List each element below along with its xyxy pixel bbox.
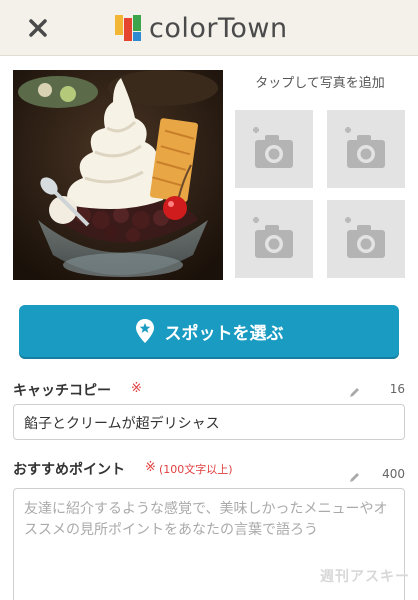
camera-plus-icon [345, 127, 385, 168]
catch-copy-label: キャッチコピー [13, 383, 111, 399]
camera-plus-icon [345, 217, 385, 258]
photo-slot-2[interactable] [327, 110, 405, 188]
pencil-icon [349, 383, 361, 402]
app-header: colorTown [0, 0, 418, 56]
parfait-photo [13, 70, 223, 280]
recommend-label-row: おすすめポイント ※ (100文字以上) 400 [13, 459, 405, 482]
photo-slot-3[interactable] [235, 200, 313, 278]
recommend-char-count: 400 [382, 467, 405, 481]
photo-slot-1[interactable] [235, 110, 313, 188]
select-spot-button[interactable]: スポットを選ぶ [19, 305, 399, 357]
select-spot-label: スポットを選ぶ [164, 323, 284, 344]
app-logo: colorTown [114, 10, 288, 46]
camera-plus-icon [253, 127, 293, 168]
catch-copy-label-row: キャッチコピー ※ 16 [13, 380, 405, 400]
min-length-note: (100文字以上) [159, 463, 233, 476]
required-mark: ※ [131, 381, 142, 396]
watermark: 週刊アスキー [320, 569, 410, 585]
logo-text: colorTown [149, 12, 288, 44]
logo-mark-icon [115, 15, 141, 41]
close-button[interactable] [22, 12, 54, 44]
required-mark: ※ [145, 460, 156, 475]
catch-copy-char-count: 16 [389, 382, 405, 396]
close-icon [29, 19, 47, 37]
pencil-icon [349, 468, 361, 487]
recommend-label: おすすめポイント [13, 462, 125, 478]
camera-plus-icon [253, 217, 293, 258]
main-photo[interactable] [13, 70, 223, 280]
catch-copy-input[interactable]: 餡子とクリームが超デリシャス [13, 404, 405, 440]
map-pin-star-icon [135, 318, 155, 344]
photo-slot-4[interactable] [327, 200, 405, 278]
add-photo-hint[interactable]: タップして写真を追加 [230, 72, 410, 91]
